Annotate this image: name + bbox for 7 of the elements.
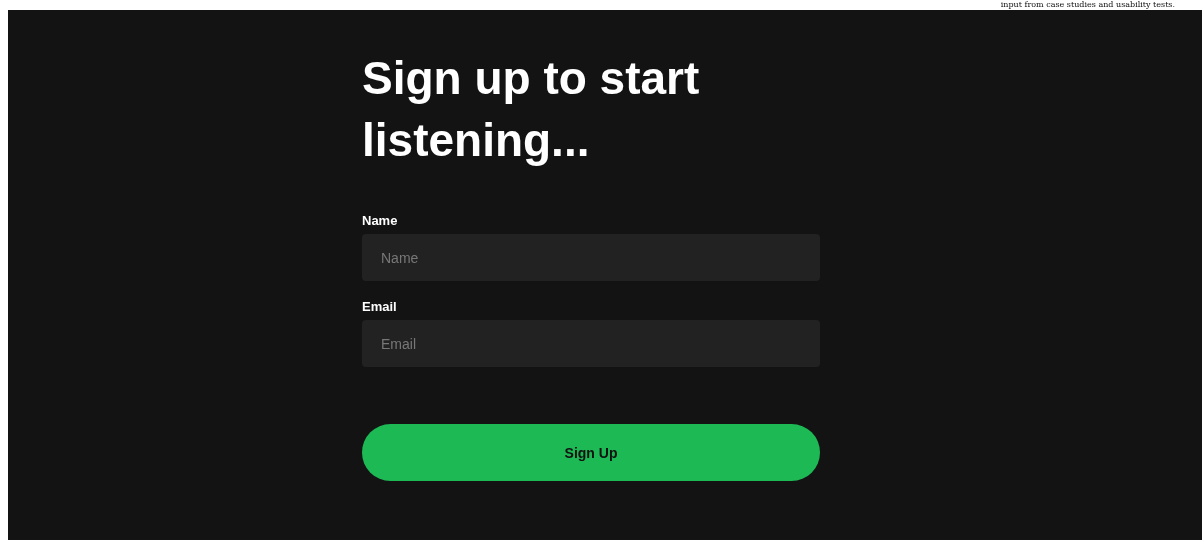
sign-up-button[interactable]: Sign Up: [362, 424, 820, 481]
heading: Sign up to start listening...: [362, 51, 701, 168]
input-field[interactable]: Email: [362, 320, 820, 367]
field-label: Name: [362, 213, 399, 228]
input-field[interactable]: Name: [362, 234, 820, 281]
field-label: Email: [362, 299, 398, 314]
caption-text: input from case studies and usability tests.: [1000, 0, 1175, 10]
